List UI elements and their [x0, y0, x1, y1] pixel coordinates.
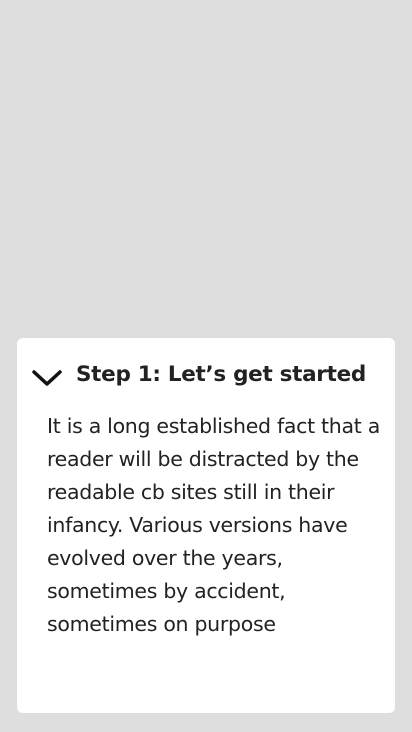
step-description: It is a long established fact that a rea…: [47, 414, 380, 636]
step-title: Step 1: Let’s get started: [76, 362, 366, 387]
step-1-accordion-header[interactable]: Step 1: Let’s get started: [17, 360, 395, 396]
chevron-down-icon[interactable]: [31, 368, 63, 388]
step-card: Step 1: Let’s get started It is a long e…: [17, 338, 395, 713]
